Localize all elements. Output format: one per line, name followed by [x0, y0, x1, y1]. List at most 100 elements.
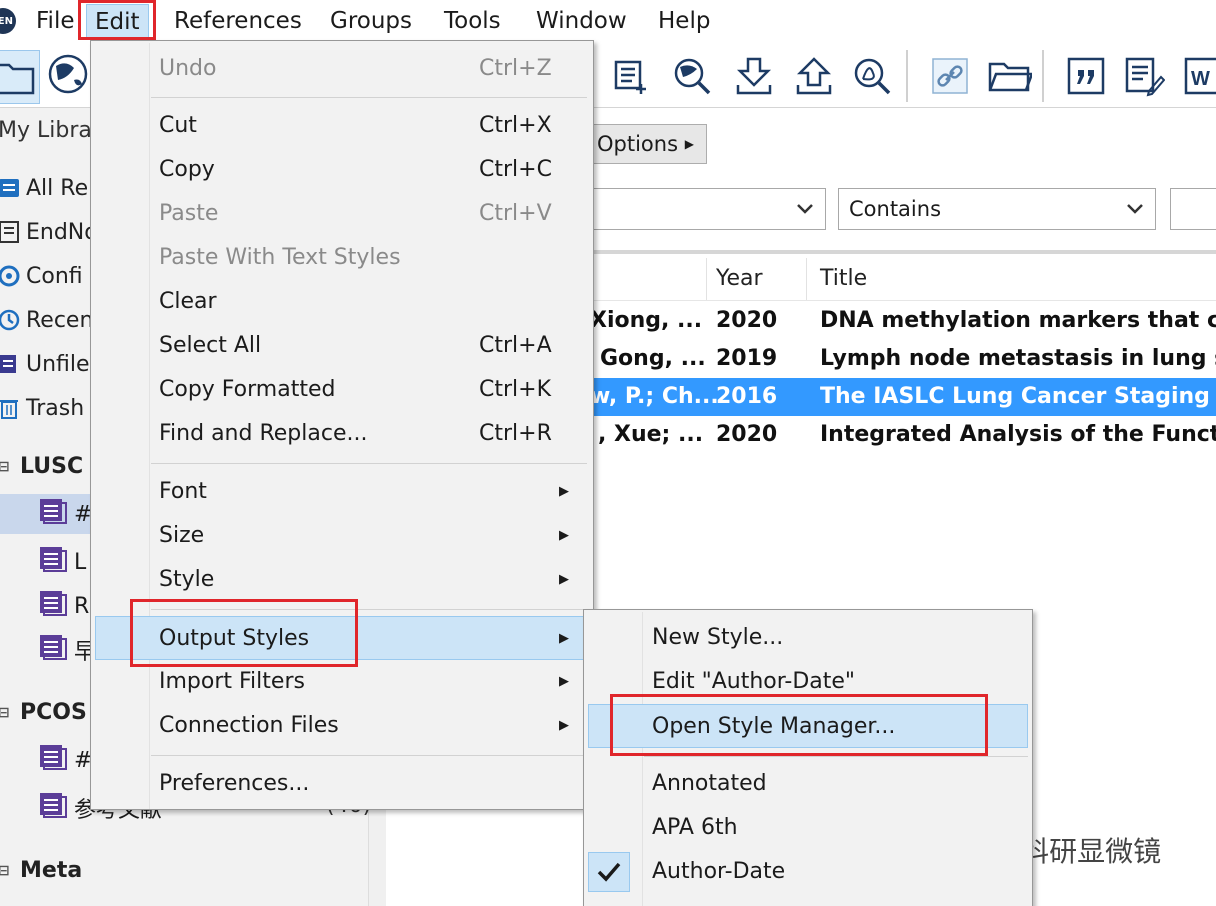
column-header-title[interactable]: Title [820, 258, 867, 300]
menu-item-copy[interactable]: Copy Ctrl+C [91, 148, 593, 192]
menu-item-edit-author-date[interactable]: Edit "Author-Date" [584, 660, 1032, 704]
menu-item-copy-formatted[interactable]: Copy Formatted Ctrl+K [91, 368, 593, 412]
menu-item-preferences[interactable]: Preferences... [91, 762, 593, 806]
menu-item-label: Find and Replace... [159, 421, 368, 446]
library-item-endnote[interactable]: EndNo [0, 214, 98, 250]
menu-item-new-style[interactable]: New Style... [584, 616, 1032, 660]
column-header-year[interactable]: Year [716, 258, 763, 300]
table-row[interactable]: Gong, ... 2019 Lymph node metastasis in … [590, 340, 1216, 378]
find-full-text-icon[interactable] [668, 50, 716, 102]
open-pdf-icon[interactable] [848, 50, 896, 102]
menu-tools[interactable]: Tools [436, 4, 509, 38]
menu-item-paste-with-text-styles[interactable]: Paste With Text Styles [91, 236, 593, 280]
menu-file[interactable]: File [28, 4, 83, 38]
svg-text:W: W [1191, 68, 1210, 90]
library-item-trash[interactable]: Trash [0, 390, 84, 426]
table-row[interactable]: Xiong, ... 2020 DNA methylation markers … [590, 302, 1216, 340]
import-icon[interactable] [730, 50, 778, 102]
search-term-input[interactable] [1170, 188, 1216, 230]
menu-help[interactable]: Help [650, 4, 718, 38]
search-field-select[interactable] [590, 188, 826, 230]
menu-item-label: Author-Date [652, 859, 786, 884]
group-set-pcos[interactable]: ⊟ PCOS [0, 700, 87, 725]
menu-edit[interactable]: Edit [86, 4, 149, 38]
table-row[interactable]: , Xue; ... 2020 Integrated Analysis of t… [590, 416, 1216, 454]
library-item-recent[interactable]: Recen [0, 302, 93, 338]
menu-item-select-all[interactable]: Select All Ctrl+A [91, 324, 593, 368]
menu-window[interactable]: Window [528, 4, 635, 38]
cell-title: The IASLC Lung Cancer Staging Proj [820, 384, 1216, 409]
cell-title: Integrated Analysis of the Functions [820, 422, 1216, 447]
submenu-arrow-icon: ▶ [559, 528, 569, 543]
menu-item-paste[interactable]: Paste Ctrl+V [91, 192, 593, 236]
format-bibliography-icon[interactable] [1120, 50, 1168, 102]
menu-item-clear[interactable]: Clear [91, 280, 593, 324]
menu-item-label: Import Filters [159, 669, 305, 694]
menu-item-connection-files[interactable]: Connection Files ▶ [91, 704, 593, 748]
cell-author: Xiong, ... [590, 308, 703, 333]
library-item-label: All Re [26, 175, 89, 201]
menu-item-shortcut: Ctrl+C [479, 157, 552, 182]
menu-item-style-annotated[interactable]: Annotated [584, 762, 1032, 806]
menu-item-style[interactable]: Style ▶ [91, 558, 593, 602]
search-operator-select[interactable]: Contains [838, 188, 1156, 230]
menu-item-style-apa-6th[interactable]: APA 6th [584, 806, 1032, 850]
menu-item-shortcut: Ctrl+Z [479, 56, 552, 81]
library-item-all-references[interactable]: All Re [0, 170, 88, 206]
group-item-label: R [74, 593, 90, 619]
menu-groups[interactable]: Groups [322, 4, 420, 38]
group-set-label: PCOS [20, 700, 87, 725]
menu-separator [151, 97, 587, 98]
group-icon [38, 497, 68, 531]
globe-icon[interactable] [46, 52, 92, 98]
menu-separator [151, 755, 587, 756]
library-item-configure-sync[interactable]: Confi [0, 258, 83, 294]
group-item[interactable]: 早 [38, 630, 96, 670]
menu-item-open-style-manager[interactable]: Open Style Manager... [588, 704, 1028, 748]
group-item[interactable]: # [38, 740, 92, 780]
collapse-icon[interactable]: ⊟ [0, 863, 10, 879]
collapse-icon[interactable]: ⊟ [0, 705, 10, 721]
cell-title: Lymph node metastasis in lung squa [820, 346, 1216, 371]
checkmark-icon [588, 852, 630, 892]
group-set-lusc[interactable]: ⊟ LUSC [0, 454, 83, 479]
menu-item-font[interactable]: Font ▶ [91, 470, 593, 514]
group-item[interactable]: L [38, 542, 86, 582]
menu-item-style-author-date[interactable]: Author-Date [584, 850, 1032, 894]
configure-sync-icon [0, 263, 22, 289]
group-set-label: Meta [20, 858, 83, 883]
search-panel-divider[interactable] [590, 250, 1216, 254]
export-icon[interactable] [790, 50, 838, 102]
cell-year: 2020 [716, 422, 778, 447]
menu-item-label: Copy Formatted [159, 377, 336, 402]
open-link-icon[interactable] [926, 50, 974, 102]
library-item-unfiled[interactable]: Unfile [0, 346, 90, 382]
menu-item-label: New Style... [652, 625, 784, 650]
table-row-selected[interactable]: w, P.; Ch... 2016 The IASLC Lung Cancer … [590, 378, 1216, 416]
menu-bar: EN File Edit References Groups Tools Win… [0, 0, 1216, 42]
menu-item-output-styles[interactable]: Output Styles ▶ [95, 616, 589, 660]
menu-item-label: Font [159, 479, 207, 504]
menu-item-undo[interactable]: Undo Ctrl+Z [91, 47, 593, 91]
menu-item-cut[interactable]: Cut Ctrl+X [91, 104, 593, 148]
collapse-icon[interactable]: ⊟ [0, 459, 10, 475]
menu-item-size[interactable]: Size ▶ [91, 514, 593, 558]
search-options-button[interactable]: Options ▶ [590, 124, 707, 164]
group-item[interactable]: R [38, 586, 89, 626]
group-icon [38, 589, 68, 623]
menu-item-label: Edit "Author-Date" [652, 669, 856, 694]
insert-citation-icon[interactable] [1062, 50, 1110, 102]
menu-item-shortcut: Ctrl+V [479, 201, 552, 226]
menu-item-import-filters[interactable]: Import Filters ▶ [91, 660, 593, 704]
endnote-logo-icon: EN [0, 8, 16, 34]
group-set-meta[interactable]: ⊟ Meta [0, 858, 82, 883]
menu-references[interactable]: References [166, 4, 310, 38]
library-item-label: Confi [26, 263, 83, 289]
menu-item-label: Select All [159, 333, 262, 358]
new-reference-icon[interactable] [606, 50, 654, 102]
menu-item-find-and-replace[interactable]: Find and Replace... Ctrl+R [91, 412, 593, 456]
open-file-icon[interactable] [986, 50, 1034, 102]
folder-icon[interactable] [0, 50, 40, 104]
word-icon[interactable]: W [1178, 50, 1216, 102]
unfiled-icon [0, 351, 22, 377]
